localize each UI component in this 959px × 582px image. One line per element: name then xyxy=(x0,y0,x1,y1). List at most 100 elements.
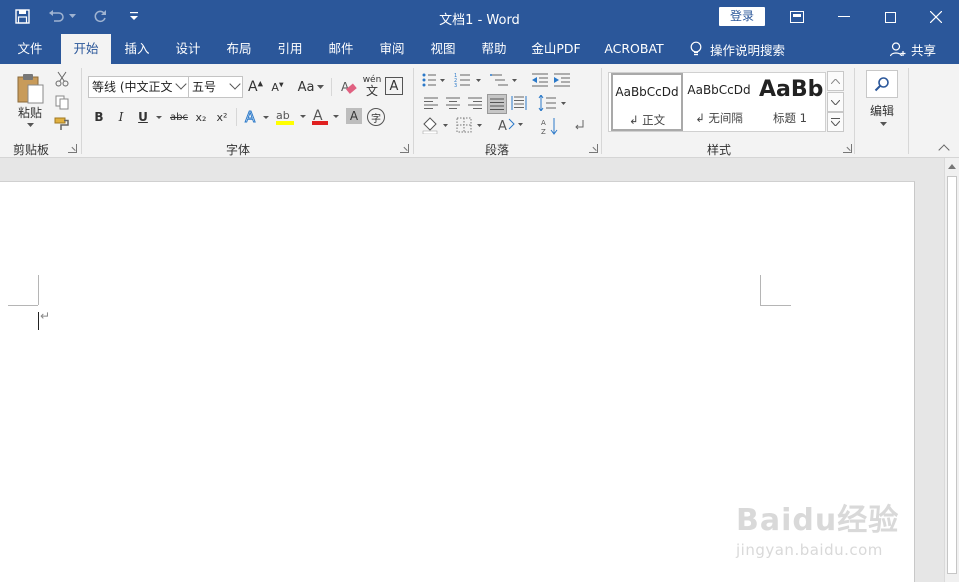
tab-help[interactable]: 帮助 xyxy=(473,34,515,64)
tab-file[interactable]: 文件 xyxy=(6,34,54,64)
line-spacing-button[interactable] xyxy=(538,94,568,112)
format-painter-icon[interactable] xyxy=(53,115,71,133)
group-separator xyxy=(413,68,414,154)
sort-button[interactable]: AZ xyxy=(540,116,560,136)
highlight-color-button[interactable]: ab xyxy=(275,107,307,127)
tab-references[interactable]: 引用 xyxy=(269,34,311,64)
editing-dropdown-icon[interactable] xyxy=(878,120,888,128)
shrink-font-button[interactable]: A▼ xyxy=(269,78,286,96)
clear-formatting-button[interactable]: A xyxy=(339,77,358,97)
editing-button[interactable] xyxy=(866,70,898,98)
decrease-indent-icon xyxy=(532,73,548,87)
align-right-button[interactable] xyxy=(465,94,485,112)
paragraph-group-label: 段落 xyxy=(485,143,510,157)
align-right-icon xyxy=(468,97,482,109)
svg-text:3: 3 xyxy=(454,83,457,88)
share-button[interactable]: 共享 xyxy=(890,34,936,64)
character-shading-button[interactable]: A xyxy=(346,108,362,124)
paragraph-mark-icon xyxy=(575,120,584,130)
divider xyxy=(331,78,332,96)
align-left-button[interactable] xyxy=(421,94,441,112)
eraser-icon: A xyxy=(341,80,357,94)
font-launcher[interactable] xyxy=(400,144,409,153)
font-name-combo[interactable]: 等线 (中文正文 xyxy=(88,76,189,98)
borders-icon xyxy=(456,117,482,133)
close-button[interactable] xyxy=(914,0,958,34)
bullets-button[interactable] xyxy=(421,71,447,89)
scrollbar-thumb[interactable] xyxy=(947,176,957,574)
ribbon-display-options-button[interactable] xyxy=(775,0,819,34)
character-border-button[interactable]: A xyxy=(385,77,403,95)
shading-button[interactable] xyxy=(421,116,451,134)
tab-design[interactable]: 设计 xyxy=(167,34,209,64)
change-case-button[interactable]: Aa xyxy=(296,78,326,96)
vertical-scrollbar[interactable] xyxy=(944,158,959,582)
svg-text:Z: Z xyxy=(541,128,546,135)
maximize-button[interactable] xyxy=(868,0,912,34)
underline-button[interactable]: U xyxy=(135,108,151,126)
subscript-button[interactable]: x₂ xyxy=(192,108,210,126)
tell-me-search[interactable]: 操作说明搜索 xyxy=(690,34,785,64)
justify-button[interactable] xyxy=(487,94,507,114)
strikethrough-button[interactable]: abc xyxy=(168,108,190,126)
decrease-indent-button[interactable] xyxy=(530,71,550,89)
distributed-button[interactable] xyxy=(509,94,529,112)
cut-icon[interactable] xyxy=(53,70,71,88)
font-color-button[interactable]: A xyxy=(311,107,341,127)
shrink-font-icon: A▼ xyxy=(271,80,284,94)
tab-insert[interactable]: 插入 xyxy=(116,34,158,64)
style-heading-1[interactable]: AaBb 标题 1 xyxy=(755,73,825,131)
ribbon-tab-bar: 文件 开始 插入 设计 布局 引用 邮件 审阅 视图 帮助 金山PDF ACRO… xyxy=(0,34,959,64)
grow-font-button[interactable]: A▲ xyxy=(247,78,264,96)
borders-button[interactable] xyxy=(456,116,486,134)
tab-mailings[interactable]: 邮件 xyxy=(320,34,362,64)
more-icon xyxy=(831,118,840,126)
paste-button[interactable] xyxy=(14,70,46,106)
superscript-button[interactable]: x² xyxy=(213,108,231,126)
styles-scroll-down-button[interactable] xyxy=(827,92,844,112)
paragraph-launcher[interactable] xyxy=(589,144,598,153)
style-no-spacing[interactable]: AaBbCcDd ↲ 无间隔 xyxy=(683,73,755,131)
numbering-button[interactable]: 123 xyxy=(454,71,484,89)
multilevel-list-button[interactable] xyxy=(490,71,520,89)
chevron-down-icon xyxy=(229,78,241,90)
enclose-char: 字 xyxy=(371,113,381,125)
text-effects-button[interactable]: A xyxy=(243,107,271,127)
share-label: 共享 xyxy=(911,42,937,58)
style-normal-sample: AaBbCcDd xyxy=(615,85,679,99)
align-center-button[interactable] xyxy=(443,94,463,112)
tab-review[interactable]: 审阅 xyxy=(371,34,413,64)
tab-view[interactable]: 视图 xyxy=(422,34,464,64)
chinese-layout-button[interactable]: A xyxy=(497,116,527,134)
styles-launcher[interactable] xyxy=(843,144,852,153)
paste-dropdown-icon[interactable] xyxy=(25,121,35,129)
show-paragraph-marks-button[interactable] xyxy=(570,116,590,134)
underline-dropdown-icon[interactable] xyxy=(155,108,163,126)
tab-acrobat[interactable]: ACROBAT xyxy=(598,34,670,64)
styles-scroll-up-button[interactable] xyxy=(827,71,844,91)
clipboard-launcher[interactable] xyxy=(68,144,77,153)
chevron-down-icon xyxy=(317,85,325,89)
crop-mark-top-right xyxy=(760,305,791,306)
minimize-button[interactable] xyxy=(822,0,866,34)
group-separator xyxy=(908,68,909,154)
increase-indent-button[interactable] xyxy=(552,71,572,89)
tab-home[interactable]: 开始 xyxy=(61,34,111,64)
phonetic-guide-button[interactable]: wén 文 xyxy=(362,75,382,97)
italic-button[interactable]: I xyxy=(113,108,129,126)
font-size-combo[interactable]: 五号 xyxy=(188,76,243,98)
copy-icon[interactable] xyxy=(53,93,71,111)
bold-button[interactable]: B xyxy=(91,108,107,126)
enclose-characters-button[interactable]: 字 xyxy=(367,108,385,126)
character-shading-char: A xyxy=(349,109,359,123)
watermark-url: jingyan.baidu.com xyxy=(736,541,883,559)
login-button[interactable]: 登录 xyxy=(719,7,765,26)
tab-kingsoft-pdf[interactable]: 金山PDF xyxy=(526,34,586,64)
scroll-up-arrow[interactable] xyxy=(948,164,956,169)
crop-mark-top-right xyxy=(760,275,761,305)
increase-indent-icon xyxy=(554,73,570,87)
tab-layout[interactable]: 布局 xyxy=(218,34,260,64)
styles-more-button[interactable] xyxy=(827,112,844,132)
style-normal[interactable]: AaBbCcDd ↲ 正文 xyxy=(611,73,683,131)
styles-gallery: AaBbCcDd ↲ 正文 AaBbCcDd ↲ 无间隔 AaBb 标题 1 xyxy=(608,72,826,132)
